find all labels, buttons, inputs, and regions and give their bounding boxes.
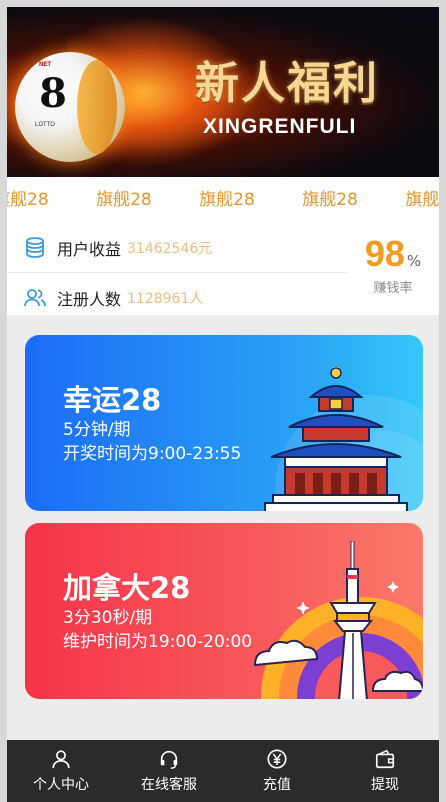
app-frame: NET 8 LOTTO 新人福利 XINGRENFULI 旗舰28 旗舰28 旗… (0, 0, 446, 802)
wallet-icon (375, 749, 395, 769)
temple-of-heaven-illustration (264, 367, 408, 511)
marquee-item: 旗舰28 (96, 190, 152, 210)
registered-users-row: 注册人数 1128961人 (7, 273, 347, 323)
nav-item-profile[interactable]: 个人中心 (7, 740, 115, 802)
lotto-ball-image: NET 8 LOTTO (15, 52, 125, 162)
users-icon (24, 289, 46, 307)
user-icon (52, 750, 70, 769)
marquee-item: 旗舰28 (302, 190, 358, 210)
marquee-item: 旗舰28 (199, 190, 255, 210)
coins-icon (26, 236, 44, 258)
user-income-value: 31462546元 (127, 240, 213, 257)
nav-label: 在线客服 (141, 777, 197, 793)
profit-rate-unit: % (406, 252, 422, 270)
nav-label: 充值 (263, 777, 291, 793)
game-card-lucky28[interactable]: 幸运28 5分钟/期 开奖时间为9:00-23:55 (25, 335, 423, 511)
yen-coin-icon (267, 749, 287, 769)
ball-brand: NET (39, 62, 51, 68)
game-card-canada28[interactable]: 加拿大28 3分30秒/期 维护时间为19:00-20:00 (25, 523, 423, 699)
game-title: 加拿大28 (63, 571, 191, 605)
game-title: 幸运28 (63, 383, 162, 417)
registered-users-label: 注册人数 (57, 290, 122, 309)
nav-item-support[interactable]: 在线客服 (115, 740, 223, 802)
user-income-row: 用户收益 31462546元 (7, 223, 347, 273)
nav-item-withdraw[interactable]: 提现 (331, 740, 439, 802)
nav-item-recharge[interactable]: 充值 (223, 740, 331, 802)
game-marquee: 旗舰28 旗舰28 旗舰28 旗舰28 旗舰28 (7, 177, 439, 215)
headset-icon (160, 750, 178, 769)
marquee-item: 旗舰28 (405, 190, 439, 210)
nav-label: 提现 (371, 777, 399, 793)
banner-title: 新人福利 (195, 58, 379, 109)
game-period: 5分钟/期 (63, 420, 131, 440)
marquee-item: 旗舰28 (7, 190, 49, 210)
game-schedule: 开奖时间为9:00-23:55 (63, 444, 242, 464)
bottom-nav: 个人中心 在线客服 充值 提现 (7, 740, 439, 802)
user-income-label: 用户收益 (57, 239, 122, 259)
ball-number: 8 (39, 70, 67, 117)
profit-rate-number: 98% (347, 233, 439, 275)
profit-rate-value: 98 (364, 233, 405, 274)
profit-rate-label: 赚钱率 (373, 281, 413, 296)
marquee-track: 旗舰28 旗舰28 旗舰28 旗舰28 旗舰28 (7, 185, 439, 210)
game-schedule: 维护时间为19:00-20:00 (63, 632, 253, 652)
registered-users-value: 1128961人 (127, 291, 204, 307)
ball-band (77, 60, 117, 154)
ball-text: LOTTO (35, 122, 55, 128)
banner-subtitle: XINGRENFULI (203, 115, 357, 138)
promo-banner[interactable]: NET 8 LOTTO 新人福利 XINGRENFULI (7, 7, 439, 177)
game-period: 3分30秒/期 (63, 608, 153, 628)
nav-label: 个人中心 (33, 777, 89, 793)
stats-panel: 用户收益 31462546元 注册人数 1128961人 98% 赚钱率 (7, 215, 439, 315)
profit-rate: 98% 赚钱率 (347, 233, 439, 296)
cn-tower-illustration (253, 541, 423, 699)
